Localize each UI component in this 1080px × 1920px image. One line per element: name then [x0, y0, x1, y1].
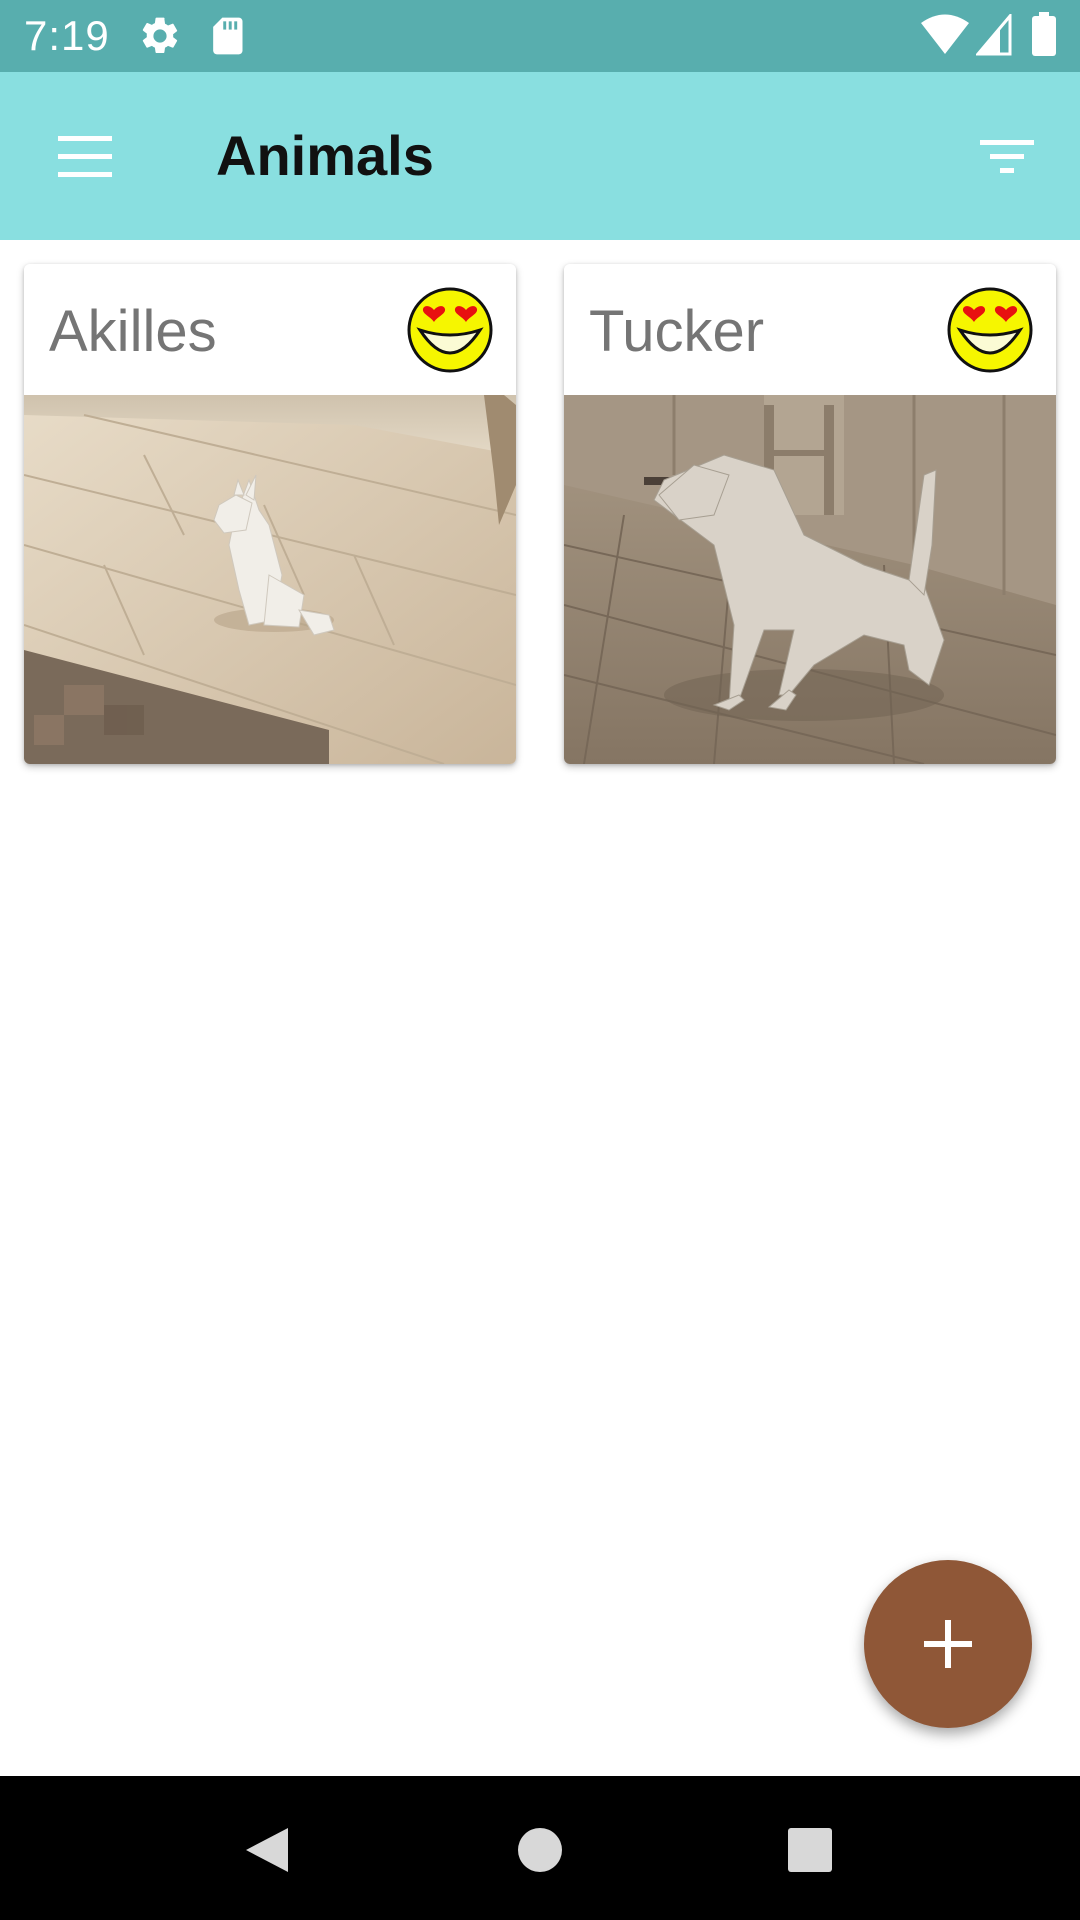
animal-name: Tucker [589, 299, 765, 364]
home-button[interactable] [508, 1818, 572, 1882]
add-animal-button[interactable] [864, 1560, 1032, 1728]
wifi-icon [921, 14, 969, 54]
filter-icon [980, 140, 1034, 173]
animal-name: Akilles [49, 299, 217, 364]
page-title: Animals [216, 124, 434, 187]
card-header: Akilles [24, 264, 516, 395]
status-bar: 7:19 [0, 0, 1080, 72]
heart-eyes-smiley-icon[interactable] [946, 286, 1034, 374]
animal-photo-cat [24, 395, 516, 764]
back-icon [246, 1828, 288, 1872]
menu-button[interactable] [44, 126, 124, 186]
settings-icon [142, 17, 178, 54]
battery-icon [1032, 12, 1056, 56]
status-time: 7:19 [24, 12, 110, 59]
animal-photo-dog [564, 395, 1056, 764]
animal-card-akilles[interactable]: Akilles [24, 264, 516, 764]
heart-eyes-smiley-icon[interactable] [406, 286, 494, 374]
card-header: Tucker [564, 264, 1056, 395]
system-nav-bar [0, 1776, 1080, 1920]
filter-button[interactable] [970, 128, 1040, 184]
hamburger-menu-icon [58, 136, 112, 177]
sd-card-icon [213, 17, 243, 55]
recents-button[interactable] [778, 1818, 842, 1882]
recents-icon [788, 1828, 832, 1872]
plus-icon [924, 1620, 972, 1668]
cell-signal-icon [976, 14, 1012, 56]
app-toolbar: Animals [0, 72, 1080, 240]
back-button[interactable] [236, 1818, 300, 1882]
animal-card-tucker[interactable]: Tucker [564, 264, 1056, 764]
home-icon [518, 1828, 562, 1872]
